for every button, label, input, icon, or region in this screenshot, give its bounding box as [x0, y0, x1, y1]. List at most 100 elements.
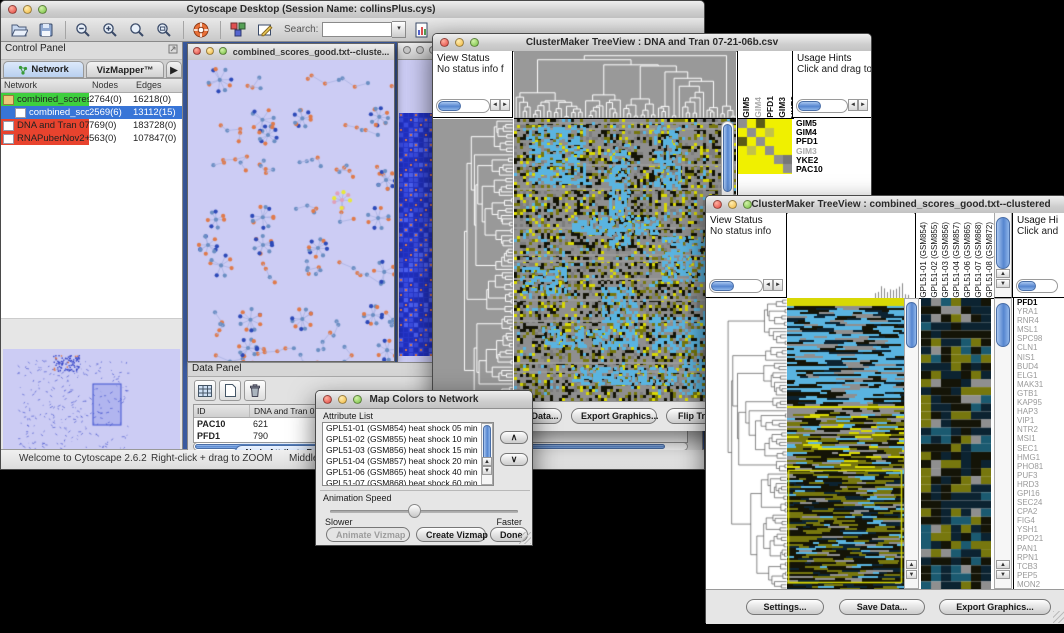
- gene-label[interactable]: SEC24: [1014, 498, 1064, 507]
- column-label[interactable]: GIM4: [753, 97, 763, 118]
- scroll-up-icon[interactable]: [996, 560, 1010, 569]
- gene-label[interactable]: HMG1: [1014, 453, 1064, 462]
- row-dendrogram[interactable]: [706, 298, 787, 589]
- gene-label[interactable]: MAK31: [1014, 380, 1064, 389]
- column-label[interactable]: GIM5: [741, 97, 751, 118]
- column-dendrogram[interactable]: [514, 51, 736, 119]
- column-label[interactable]: GPL51-07 (GSM868): [974, 222, 983, 298]
- global-heatmap[interactable]: [787, 298, 904, 589]
- vscroll-thumb[interactable]: [996, 217, 1010, 269]
- scroll-up-icon[interactable]: [482, 457, 492, 466]
- gene-label[interactable]: MSI1: [1014, 434, 1064, 443]
- chart-report-icon[interactable]: [412, 20, 432, 40]
- scroll-thumb[interactable]: [438, 101, 461, 111]
- zoom-fit-icon[interactable]: [127, 20, 147, 40]
- gene-label[interactable]: TCB3: [1014, 562, 1064, 571]
- scroll-right-icon[interactable]: [500, 99, 510, 111]
- scroll-left-icon[interactable]: [490, 99, 500, 111]
- treeview-dna-titlebar[interactable]: ClusterMaker TreeView : DNA and Tran 07-…: [433, 34, 871, 52]
- select-attributes-button[interactable]: [194, 380, 216, 401]
- gene-label[interactable]: KAP95: [1014, 398, 1064, 407]
- zoom-window-icon[interactable]: [219, 47, 227, 55]
- matrix-label[interactable]: PAC10: [796, 165, 823, 174]
- gene-list-vscrollbar[interactable]: [994, 298, 1012, 589]
- minimize-icon[interactable]: [206, 47, 214, 55]
- save-data-button[interactable]: Save Data...: [839, 599, 925, 615]
- minimize-icon[interactable]: [338, 395, 347, 404]
- network-view-titlebar[interactable]: combined_scores_good.txt--cluste...: [188, 44, 394, 61]
- close-icon[interactable]: [440, 38, 449, 47]
- attribute-item[interactable]: GPL51-04 (GSM857) heat shock 20 min: [323, 456, 493, 467]
- column-label[interactable]: GPL51-04 (GSM857): [952, 222, 961, 298]
- new-attribute-button[interactable]: [219, 380, 241, 401]
- attribute-item[interactable]: GPL51-01 (GSM854) heat shock 05 min: [323, 423, 493, 434]
- scroll-thumb[interactable]: [1018, 281, 1036, 291]
- move-up-button[interactable]: ∧: [500, 431, 528, 444]
- scroll-right-icon[interactable]: [773, 279, 783, 291]
- view-status-scrollbar[interactable]: [436, 99, 490, 113]
- scroll-left-icon[interactable]: [848, 99, 858, 111]
- gene-label[interactable]: CPA2: [1014, 507, 1064, 516]
- zoom-window-icon[interactable]: [38, 5, 47, 14]
- column-label[interactable]: GPL51-01 (GSM854): [919, 222, 928, 298]
- gene-label[interactable]: GTB1: [1014, 389, 1064, 398]
- save-session-icon[interactable]: [36, 20, 56, 40]
- zoom-window-icon[interactable]: [470, 38, 479, 47]
- column-label[interactable]: GPL51-03 (GSM856): [941, 222, 950, 298]
- move-down-button[interactable]: ∨: [500, 453, 528, 466]
- gene-label[interactable]: HAP3: [1014, 407, 1064, 416]
- scroll-thumb[interactable]: [711, 281, 734, 291]
- gene-label[interactable]: CLN1: [1014, 343, 1064, 352]
- open-file-icon[interactable]: [9, 20, 29, 40]
- vscroll-thumb[interactable]: [723, 124, 732, 192]
- zoom-selected-icon[interactable]: [154, 20, 174, 40]
- delete-attribute-button[interactable]: [244, 380, 266, 401]
- close-icon[interactable]: [8, 5, 17, 14]
- scroll-down-icon[interactable]: [482, 466, 492, 475]
- resize-grip[interactable]: [1053, 611, 1064, 623]
- float-panel-icon[interactable]: [168, 44, 178, 54]
- gene-label[interactable]: MON2: [1014, 580, 1064, 589]
- network-table-row[interactable]: combined_scores 2764(0) 16218(0): [1, 93, 182, 106]
- gene-label[interactable]: PUF3: [1014, 471, 1064, 480]
- annotation-icon[interactable]: [255, 20, 275, 40]
- gene-label[interactable]: PFD1: [1014, 298, 1064, 307]
- gene-label[interactable]: YSH1: [1014, 525, 1064, 534]
- zoom-out-icon[interactable]: [73, 20, 93, 40]
- scroll-up-icon[interactable]: [906, 560, 917, 569]
- attribute-item[interactable]: GPL51-02 (GSM855) heat shock 10 min: [323, 434, 493, 445]
- help-lifesaver-icon[interactable]: [191, 20, 211, 40]
- column-label[interactable]: GPL51-06 (GSM865): [963, 222, 972, 298]
- vscroll-thumb[interactable]: [906, 302, 917, 348]
- treeview-combined-titlebar[interactable]: ClusterMaker TreeView : combined_scores_…: [706, 196, 1064, 214]
- gene-label[interactable]: SPC98: [1014, 334, 1064, 343]
- attribute-item[interactable]: GPL51-06 (GSM865) heat shock 40 min: [323, 467, 493, 478]
- main-titlebar[interactable]: Cytoscape Desktop (Session Name: collins…: [1, 1, 704, 19]
- usage-hints-scrollbar[interactable]: [796, 99, 848, 113]
- gene-label[interactable]: MSL1: [1014, 325, 1064, 334]
- gene-label[interactable]: FIG4: [1014, 516, 1064, 525]
- gene-label[interactable]: NTR2: [1014, 425, 1064, 434]
- speed-slider-thumb[interactable]: [408, 504, 421, 518]
- column-label[interactable]: GPL51-02 (GSM855): [930, 222, 939, 298]
- global-heatmap-vscrollbar[interactable]: [904, 298, 919, 589]
- gene-label[interactable]: RNR4: [1014, 316, 1064, 325]
- close-icon[interactable]: [193, 47, 201, 55]
- usage-hints-scrollbar[interactable]: [1016, 279, 1058, 293]
- minimize-icon[interactable]: [416, 46, 424, 54]
- scroll-down-icon[interactable]: [996, 570, 1010, 579]
- gene-label[interactable]: GPI16: [1014, 489, 1064, 498]
- gene-label[interactable]: RPN1: [1014, 553, 1064, 562]
- scroll-down-icon[interactable]: [996, 279, 1010, 288]
- tab-overflow-button[interactable]: ▶: [166, 61, 182, 78]
- gene-label[interactable]: SEC1: [1014, 444, 1064, 453]
- minimize-icon[interactable]: [728, 200, 737, 209]
- gene-label[interactable]: YRA1: [1014, 307, 1064, 316]
- column-dendrogram[interactable]: [788, 213, 914, 299]
- scroll-left-icon[interactable]: [763, 279, 773, 291]
- speed-slider-track[interactable]: [330, 510, 518, 513]
- id-column-header[interactable]: ID: [194, 405, 250, 417]
- zoom-heatmap-matrix[interactable]: [738, 119, 792, 174]
- attribute-listbox[interactable]: GPL51-01 (GSM854) heat shock 05 minGPL51…: [322, 422, 494, 486]
- network-overview-navigator[interactable]: [3, 349, 180, 449]
